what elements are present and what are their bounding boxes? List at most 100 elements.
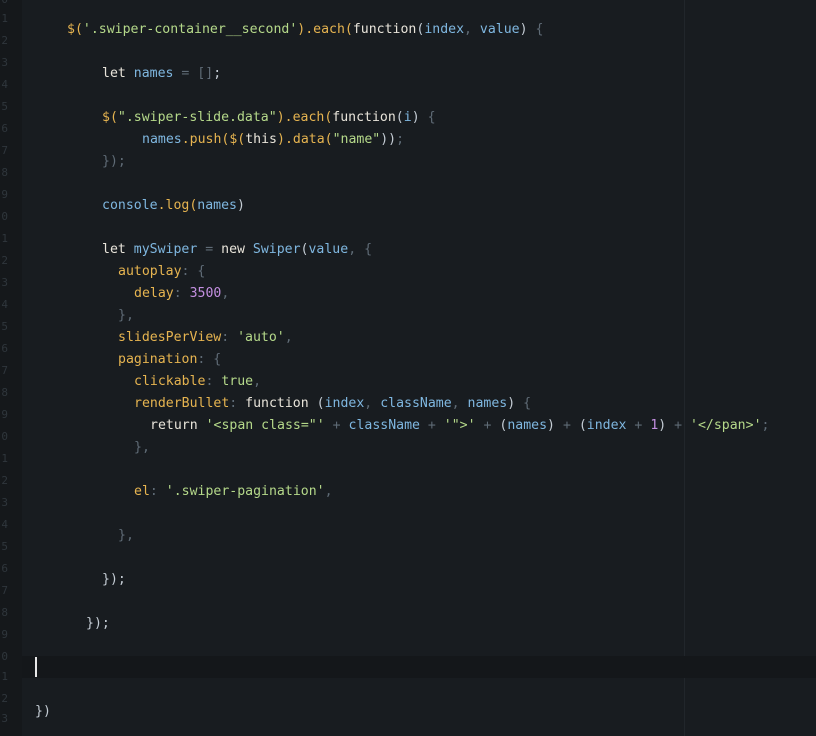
code-token: ).each( — [276, 110, 333, 125]
code-token: index — [424, 22, 465, 37]
code-token: true — [221, 374, 254, 389]
code-line[interactable]: let mySwiper = new Swiper(value, { — [102, 239, 372, 261]
code-token: .data( — [284, 132, 333, 147]
code-token: + — [419, 418, 444, 433]
code-token: : — [229, 396, 246, 411]
code-token: $( — [102, 110, 118, 125]
code-token: ".swiper-slide.data" — [117, 110, 277, 125]
code-token: }); — [102, 154, 126, 169]
code-line[interactable]: el: '.swiper-pagination', — [134, 481, 333, 503]
code-token: , — [451, 396, 468, 411]
code-token: , — [221, 286, 230, 301]
code-token: slidesPerView — [118, 330, 222, 345]
code-line[interactable]: let names = []; — [102, 63, 221, 85]
code-token: + — [324, 418, 349, 433]
code-line[interactable]: $('.swiper-container__second').each(func… — [67, 19, 543, 41]
code-token: i — [403, 110, 412, 125]
code-token: "name" — [332, 132, 381, 147]
code-area[interactable]: $('.swiper-container__second').each(func… — [0, 0, 816, 736]
code-line[interactable]: }); — [102, 569, 126, 591]
code-token: ; — [396, 132, 405, 147]
code-token: Swiper — [252, 242, 301, 257]
code-token: delay — [134, 286, 174, 301]
code-token: : — [205, 374, 222, 389]
code-token: return — [150, 418, 206, 433]
code-token: $( — [67, 22, 83, 37]
code-token: ).each( — [297, 22, 353, 37]
code-token: '.swiper-container__second' — [82, 22, 298, 37]
code-token: ) — [411, 110, 428, 125]
code-token: , — [348, 242, 365, 257]
code-editor[interactable]: 0123456789012345678901234567890123 $('.s… — [0, 0, 816, 736]
code-line[interactable]: slidesPerView: 'auto', — [118, 327, 293, 349]
code-token: function — [352, 22, 417, 37]
code-token: , — [464, 22, 480, 37]
code-token: value — [308, 242, 349, 257]
code-token: names — [507, 418, 548, 433]
code-token: }); — [86, 616, 110, 631]
code-token: ( — [578, 418, 587, 433]
code-token: + — [555, 418, 579, 433]
code-line[interactable]: }, — [134, 437, 150, 459]
code-line[interactable]: pagination: { — [118, 349, 221, 371]
code-token: mySwiper — [133, 242, 198, 257]
code-token: }) — [35, 704, 51, 719]
code-token: let — [102, 242, 134, 257]
text-cursor — [35, 657, 37, 677]
code-token: let — [102, 66, 134, 81]
code-token: ( — [316, 396, 325, 411]
code-token: ( — [395, 110, 404, 125]
code-line[interactable]: names.push($(this).data("name")); — [142, 129, 404, 151]
code-token: index — [586, 418, 627, 433]
code-line[interactable]: }) — [35, 701, 51, 723]
code-token: { — [523, 396, 532, 411]
code-token: )) — [380, 132, 397, 147]
code-token: renderBullet — [134, 396, 230, 411]
code-line[interactable]: $(".swiper-slide.data").each(function(i)… — [102, 107, 436, 129]
code-token: ) — [519, 22, 536, 37]
code-token: : — [221, 330, 238, 345]
code-token: { — [364, 242, 373, 257]
code-line[interactable]: }, — [118, 525, 134, 547]
code-line[interactable]: return '<span class="' + className + '">… — [150, 415, 769, 437]
code-token: { — [427, 110, 436, 125]
code-token: : { — [181, 264, 206, 279]
code-token: 3500 — [189, 286, 222, 301]
code-token: '.swiper-pagination' — [165, 484, 325, 499]
code-token: , — [364, 396, 381, 411]
code-token: function — [245, 396, 317, 411]
code-token: + — [626, 418, 651, 433]
code-token: ) — [277, 132, 285, 147]
code-token: + — [666, 418, 691, 433]
code-line[interactable]: }); — [102, 151, 126, 173]
code-token: , — [284, 330, 293, 345]
code-token: .push( — [181, 132, 230, 147]
code-token: }, — [118, 528, 134, 543]
code-token: ) — [507, 396, 524, 411]
code-token: = — [197, 242, 222, 257]
code-line[interactable]: }, — [118, 305, 134, 327]
code-token: ; — [213, 66, 222, 81]
code-token: '<span class="' — [205, 418, 325, 433]
code-line[interactable]: delay: 3500, — [134, 283, 229, 305]
code-line[interactable]: console.log(names) — [102, 195, 245, 217]
code-token: names — [197, 198, 237, 213]
code-line[interactable]: }); — [86, 613, 110, 635]
code-token: console — [102, 198, 158, 213]
code-token: .log( — [157, 198, 198, 213]
code-line[interactable]: clickable: true, — [134, 371, 261, 393]
code-token: [] — [197, 66, 214, 81]
code-line[interactable]: autoplay: { — [118, 261, 205, 283]
code-token: ) — [236, 198, 245, 213]
code-token: '</span>' — [690, 418, 762, 433]
code-token: autoplay — [118, 264, 182, 279]
code-token: { — [535, 22, 544, 37]
code-token: }, — [134, 440, 150, 455]
code-token: className — [348, 418, 420, 433]
code-token: el — [134, 484, 150, 499]
code-token: this — [245, 132, 277, 147]
code-line[interactable]: renderBullet: function (index, className… — [134, 393, 531, 415]
code-token: 'auto' — [237, 330, 285, 345]
code-token: + — [475, 418, 500, 433]
code-token: , — [324, 484, 333, 499]
